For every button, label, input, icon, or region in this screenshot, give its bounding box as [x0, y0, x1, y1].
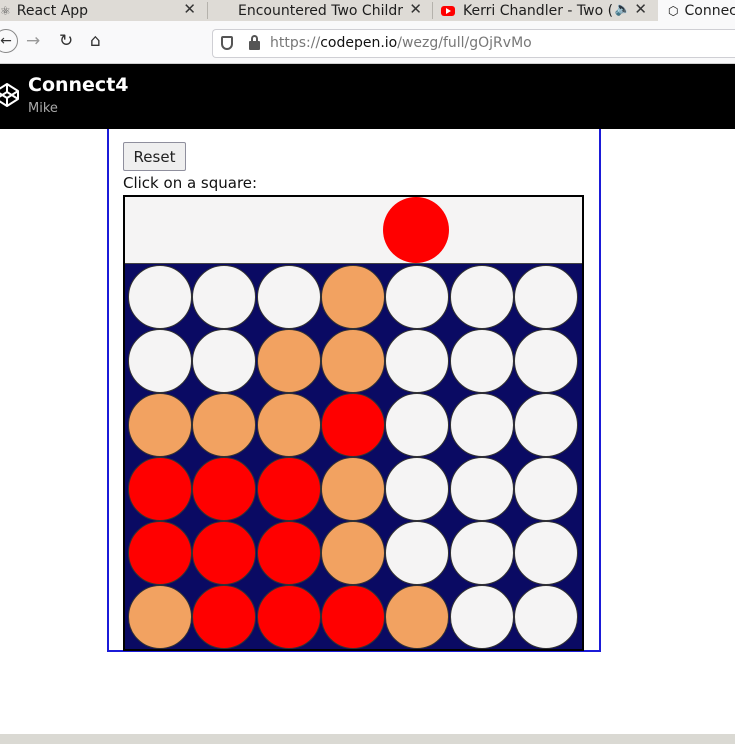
tab-react-app[interactable]: ⚛ React App ✕ — [0, 0, 206, 21]
home-icon[interactable]: ⌂ — [90, 29, 101, 53]
codepen-logo-icon[interactable] — [0, 82, 20, 108]
board-cell-red[interactable] — [128, 457, 192, 521]
board-cell-empty[interactable] — [192, 265, 257, 329]
reset-button[interactable]: Reset — [123, 142, 186, 171]
pen-author[interactable]: Mike — [28, 101, 58, 116]
lock-icon[interactable] — [249, 35, 260, 50]
url-path: /wezg/full/gOjRvMo — [397, 35, 532, 51]
pen-title: Connect4 — [28, 74, 129, 96]
board-cell-empty[interactable] — [385, 521, 450, 585]
speaker-icon[interactable]: 🔈 — [615, 0, 631, 19]
codepen-header: Connect4 Mike — [0, 64, 735, 129]
tab-title: Kerri Chandler - Two ( — [463, 2, 613, 19]
board-cell-orange[interactable] — [320, 457, 385, 521]
drop-row[interactable] — [125, 197, 582, 264]
bottom-strip — [0, 734, 735, 744]
board-cell-orange[interactable] — [192, 393, 257, 457]
board-cell-empty[interactable] — [128, 265, 192, 329]
tab-title: React App — [16, 2, 89, 19]
react-icon: ⚛ — [0, 3, 11, 18]
board-cell-orange[interactable] — [320, 329, 385, 393]
board-cell-red[interactable] — [320, 585, 385, 649]
tab-encountered[interactable]: Encountered Two Childr ✕ — [208, 0, 432, 21]
reload-icon[interactable]: ↻ — [59, 29, 73, 53]
url-scheme: https:// — [270, 35, 321, 51]
hover-disc — [383, 197, 450, 263]
board-cell-orange[interactable] — [320, 521, 385, 585]
url-bar[interactable]: https://codepen.io/wezg/full/gOjRvMo — [212, 29, 735, 58]
tab-connect4[interactable]: ⬡ Connec — [658, 0, 735, 21]
board-cell-empty[interactable] — [449, 393, 514, 457]
game-board — [123, 195, 584, 651]
tab-title: Connec — [684, 2, 735, 19]
shield-icon[interactable] — [221, 36, 233, 50]
board-cell-orange[interactable] — [256, 393, 321, 457]
board-cell-red[interactable] — [256, 521, 321, 585]
board-cell-red[interactable] — [192, 585, 257, 649]
close-icon[interactable]: ✕ — [409, 0, 422, 19]
board-cell-empty[interactable] — [192, 329, 257, 393]
browser-tab-strip: ⚛ React App ✕ Encountered Two Childr ✕ K… — [0, 0, 735, 21]
board-cell-red[interactable] — [320, 393, 385, 457]
board-cell-empty[interactable] — [449, 265, 514, 329]
board-cell-empty[interactable] — [385, 393, 450, 457]
board-cell-red[interactable] — [192, 457, 257, 521]
board-cell-red[interactable] — [256, 457, 321, 521]
board-cell-empty[interactable] — [513, 457, 578, 521]
forward-icon[interactable]: → — [26, 29, 40, 53]
back-icon[interactable]: ← — [0, 29, 18, 53]
youtube-icon — [441, 5, 455, 16]
board-cell-empty[interactable] — [385, 457, 450, 521]
codepen-icon: ⬡ — [668, 3, 679, 18]
board-cell-red[interactable] — [128, 521, 192, 585]
board-cell-empty[interactable] — [513, 521, 578, 585]
board-cell-orange[interactable] — [128, 585, 192, 649]
board-cell-orange[interactable] — [128, 393, 192, 457]
board-cell-orange[interactable] — [385, 585, 450, 649]
board-cell-empty[interactable] — [513, 393, 578, 457]
tab-title: Encountered Two Childr — [238, 2, 403, 19]
board-cell-empty[interactable] — [449, 329, 514, 393]
board-cell-orange[interactable] — [256, 329, 321, 393]
tab-kerri-chandler[interactable]: Kerri Chandler - Two ( 🔈 ✕ — [433, 0, 657, 21]
close-icon[interactable]: ✕ — [183, 0, 196, 19]
url-text[interactable]: https://codepen.io/wezg/full/gOjRvMo — [270, 35, 532, 51]
board-cell-empty[interactable] — [449, 457, 514, 521]
instruction-text: Click on a square: — [123, 174, 258, 192]
board-cell-empty[interactable] — [128, 329, 192, 393]
board-cell-empty[interactable] — [385, 329, 450, 393]
board-cell-empty[interactable] — [513, 585, 578, 649]
board-cell-empty[interactable] — [513, 265, 578, 329]
board-cell-empty[interactable] — [256, 265, 321, 329]
board-cell-empty[interactable] — [385, 265, 450, 329]
board-cell-empty[interactable] — [449, 585, 514, 649]
board-cell-red[interactable] — [192, 521, 257, 585]
close-icon[interactable]: ✕ — [634, 0, 647, 19]
browser-navbar: ← → ↻ ⌂ https://codepen.io/wezg/full/gOj… — [0, 21, 735, 64]
url-host: codepen.io — [320, 35, 398, 51]
board-cell-empty[interactable] — [513, 329, 578, 393]
board-cell-orange[interactable] — [320, 265, 385, 329]
board-cell-red[interactable] — [256, 585, 321, 649]
board-cell-empty[interactable] — [449, 521, 514, 585]
